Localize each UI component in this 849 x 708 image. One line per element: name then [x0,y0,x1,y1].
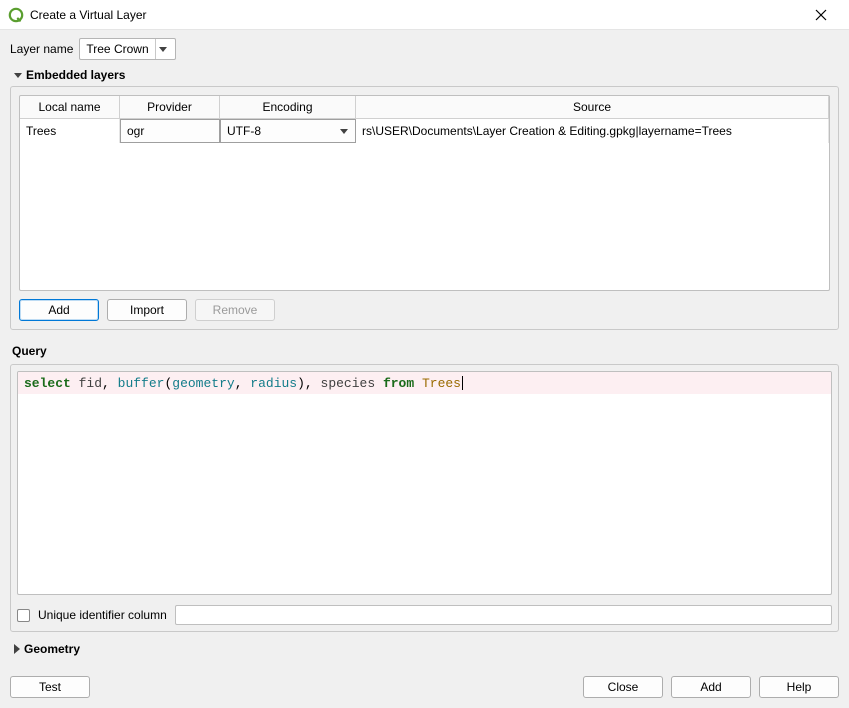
cell-local-name[interactable]: Trees [20,119,120,143]
ident-species: species [321,376,376,391]
ident-fid: fid [79,376,102,391]
table-row[interactable]: Trees ogr UTF-8 rs\USER\Documents\Layer … [20,119,829,143]
uid-label: Unique identifier column [38,608,167,622]
query-editor[interactable]: select fid, buffer(geometry, radius), sp… [17,371,832,595]
embedded-buttons: Add Import Remove [19,299,830,321]
help-button[interactable]: Help [759,676,839,698]
table-body: Trees ogr UTF-8 rs\USER\Documents\Layer … [20,119,829,290]
cell-provider[interactable]: ogr [120,119,220,143]
geometry-title: Geometry [24,642,80,656]
query-panel: select fid, buffer(geometry, radius), sp… [10,364,839,632]
query-line-1: select fid, buffer(geometry, radius), sp… [18,372,831,394]
col-encoding[interactable]: Encoding [220,96,356,119]
embedded-add-button[interactable]: Add [19,299,99,321]
add-button-bottom[interactable]: Add [671,676,751,698]
bottom-button-bar: Test Close Add Help [10,676,839,698]
cell-encoding[interactable]: UTF-8 [220,119,356,143]
col-local-name[interactable]: Local name [20,96,120,119]
chevron-down-icon [159,47,167,52]
chevron-down-icon [340,129,348,134]
close-button[interactable] [801,0,841,30]
table-header: Local name Provider Encoding Source [20,96,829,119]
chevron-right-icon [14,644,20,654]
kw-select: select [24,376,71,391]
embedded-layers-table: Local name Provider Encoding Source Tree… [19,95,830,291]
ident-radius: radius [250,376,297,391]
embedded-remove-button: Remove [195,299,275,321]
title-bar: Create a Virtual Layer [0,0,849,30]
uid-checkbox[interactable] [17,609,30,622]
fn-buffer: buffer [118,376,165,391]
test-button[interactable]: Test [10,676,90,698]
ident-geometry: geometry [172,376,234,391]
embedded-layers-title: Embedded layers [26,68,125,82]
layer-name-arrow[interactable] [155,39,171,59]
encoding-dropdown-arrow[interactable] [337,120,351,142]
embedded-layers-toggle[interactable]: Embedded layers [14,68,839,82]
uid-row: Unique identifier column [17,605,832,625]
layer-name-label: Layer name [10,42,73,56]
layer-name-value: Tree Crown [86,42,148,56]
chevron-down-icon [14,73,22,78]
uid-input[interactable] [175,605,832,625]
col-source[interactable]: Source [356,96,829,119]
cell-source[interactable]: rs\USER\Documents\Layer Creation & Editi… [356,119,829,143]
cell-encoding-value: UTF-8 [227,124,261,138]
col-provider[interactable]: Provider [120,96,220,119]
close-icon [815,9,827,21]
layer-name-combo[interactable]: Tree Crown [79,38,175,60]
embedded-import-button[interactable]: Import [107,299,187,321]
text-caret [462,376,463,390]
dialog-content: Layer name Tree Crown Embedded layers Lo… [0,30,849,708]
close-button-bottom[interactable]: Close [583,676,663,698]
layer-name-row: Layer name Tree Crown [10,38,839,60]
window-title: Create a Virtual Layer [30,8,801,22]
query-label: Query [12,344,839,358]
embedded-layers-panel: Local name Provider Encoding Source Tree… [10,86,839,330]
geometry-toggle[interactable]: Geometry [14,642,839,656]
ident-trees: Trees [422,376,461,391]
cell-provider-value: ogr [127,124,144,138]
app-icon [8,7,24,23]
kw-from: from [383,376,414,391]
